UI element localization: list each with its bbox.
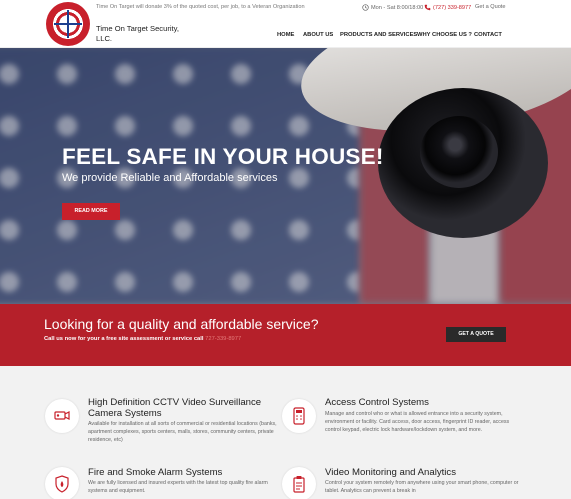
clipboard-icon <box>282 467 316 499</box>
nav-products-services[interactable]: PRODUCTS AND SERVICES <box>340 32 417 38</box>
hero-title: FEEL SAFE IN YOUR HOUSE! <box>62 144 384 169</box>
get-a-quote-button[interactable]: GET A QUOTE <box>446 327 506 342</box>
business-hours: Mon - Sat 8:00/18:00 <box>362 4 423 11</box>
fire-shield-icon <box>45 467 79 499</box>
cta-title: Looking for a quality and affordable ser… <box>44 316 319 332</box>
logo-crosshair-vertical <box>67 10 69 38</box>
get-quote-link[interactable]: Get a Quote <box>475 4 505 10</box>
company-name[interactable]: Time On Target Security, LLC. <box>96 24 186 44</box>
header-phone[interactable]: (727) 339-8977 <box>424 4 471 11</box>
nav-contact[interactable]: CONTACT <box>474 32 502 38</box>
service-title: Video Monitoring and Analytics <box>325 467 457 478</box>
phone-icon <box>424 4 431 11</box>
cta-subtitle: Call us now for your a free site assessm… <box>44 336 241 342</box>
service-title: Fire and Smoke Alarm Systems <box>88 467 223 478</box>
cta-phone-number[interactable]: 727-339-8977 <box>205 336 241 342</box>
service-description: Control your system remotely from anywhe… <box>325 480 519 494</box>
services-section: High Definition CCTV Video Surveillance … <box>0 366 571 499</box>
nav-home[interactable]: HOME <box>277 32 294 38</box>
service-description: Available for installation at all sorts … <box>88 421 277 443</box>
hero-subtitle: We provide Reliable and Affordable servi… <box>62 172 278 184</box>
hours-text: Mon - Sat 8:00/18:00 <box>371 4 424 11</box>
access-control-icon <box>282 399 316 433</box>
clock-icon <box>362 4 369 11</box>
read-more-button[interactable]: READ MORE <box>62 203 120 220</box>
service-title: High Definition CCTV Video Surveillance … <box>88 397 262 419</box>
site-header: Time On Target will donate 3% of the quo… <box>0 0 571 48</box>
phone-number[interactable]: (727) 339-8977 <box>433 5 471 11</box>
company-logo[interactable] <box>46 2 90 46</box>
donation-notice: Time On Target will donate 3% of the quo… <box>96 4 305 10</box>
service-description: We are fully licensed and insured expert… <box>88 480 268 494</box>
service-title: Access Control Systems <box>325 397 429 408</box>
cctv-camera-icon <box>45 399 79 433</box>
service-description: Manage and control who or what is allowe… <box>325 411 510 433</box>
nav-why-choose-us[interactable]: WHY CHOOSE US ? <box>417 32 472 38</box>
nav-about-us[interactable]: ABOUT US <box>303 32 333 38</box>
cta-subtitle-text: Call us now for your a free site assessm… <box>44 336 204 342</box>
camera-lens-image <box>420 116 498 188</box>
